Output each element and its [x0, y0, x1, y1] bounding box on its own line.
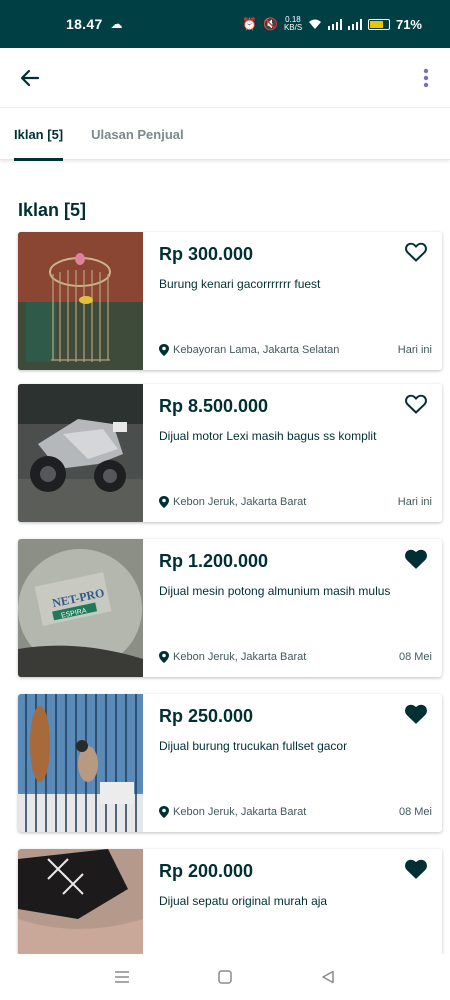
- listing-price: Rp 8.500.000: [159, 396, 269, 416]
- listing-location: Kebon Jeruk, Jakarta Barat: [159, 496, 306, 508]
- listing-card[interactable]: Rp 250.000 Dijual burung trucukan fullse…: [18, 694, 442, 832]
- listing-info: Rp 1.200.000 Dijual mesin potong almuniu…: [143, 539, 442, 677]
- tab-ulasan-penjual[interactable]: Ulasan Penjual: [77, 108, 197, 160]
- listing-list[interactable]: Rp 300.000 Burung kenari gacorrrrrrr fue…: [0, 230, 450, 954]
- listing-photo: [18, 849, 143, 954]
- menu-lines-icon: [114, 971, 129, 983]
- listing-price: Rp 1.200.000: [159, 551, 269, 571]
- heart-outline-icon: [405, 394, 427, 414]
- heart-filled-icon: [405, 859, 427, 879]
- favorite-button[interactable]: [402, 855, 430, 883]
- listing-photo: [18, 232, 143, 370]
- listing-price: Rp 250.000: [159, 706, 254, 726]
- location-pin-icon: [159, 806, 169, 818]
- favorite-button[interactable]: [402, 390, 430, 418]
- listing-date: 08 Mei: [398, 806, 432, 818]
- battery-icon: [367, 18, 390, 30]
- listing-info: Rp 300.000 Burung kenari gacorrrrrrr fue…: [143, 232, 442, 370]
- wifi-icon: [308, 19, 321, 29]
- status-bar: 18.47 ☁ ⏰ 🔇 0.18 KB/S 71%: [0, 0, 450, 48]
- status-time: 18.47: [66, 16, 103, 32]
- alarm-icon: ⏰: [242, 17, 258, 31]
- listing-price: Rp 200.000: [159, 861, 254, 881]
- heart-filled-icon: [405, 704, 427, 724]
- back-button[interactable]: [0, 48, 60, 108]
- listing-title: Dijual mesin potong almunium masih mulus: [159, 584, 391, 598]
- app-bar: [0, 48, 450, 108]
- listing-date: Hari ini: [397, 496, 432, 508]
- signal-icon: [327, 18, 342, 30]
- listing-info: Rp 200.000 Dijual sepatu original murah …: [143, 849, 442, 954]
- favorite-button[interactable]: [402, 700, 430, 728]
- favorite-button[interactable]: [402, 545, 430, 573]
- listing-title: Dijual motor Lexi masih bagus ss komplit: [159, 429, 377, 443]
- listing-location-text: Kebayoran Lama, Jakarta Selatan: [173, 344, 340, 356]
- home-button[interactable]: [205, 957, 245, 997]
- square-home-icon: [218, 970, 232, 984]
- listing-location-text: Kebon Jeruk, Jakarta Barat: [173, 496, 307, 508]
- system-nav-bar: [0, 954, 450, 1000]
- tab-iklan[interactable]: Iklan [5]: [0, 108, 77, 161]
- location-pin-icon: [159, 496, 169, 508]
- more-options-button[interactable]: [402, 48, 450, 108]
- listing-price: Rp 300.000: [159, 244, 254, 264]
- more-vert-icon: [423, 68, 429, 87]
- listing-info: Rp 8.500.000 Dijual motor Lexi masih bag…: [143, 384, 442, 522]
- nav-back-button[interactable]: [308, 957, 348, 997]
- heart-filled-icon: [405, 549, 427, 569]
- listing-photo: [18, 694, 143, 832]
- location-pin-icon: [159, 344, 169, 356]
- mute-icon: 🔇: [263, 17, 278, 31]
- listing-location: Kebon Jeruk, Jakarta Barat: [159, 806, 306, 818]
- favorite-button[interactable]: [402, 238, 430, 266]
- listing-location-text: Kebon Jeruk, Jakarta Barat: [173, 651, 307, 663]
- listing-card[interactable]: NET-PRO ESPIRA Rp 1.200.000 Dijual mesin…: [18, 539, 442, 677]
- listing-title: Burung kenari gacorrrrrrr fuest: [159, 277, 321, 291]
- listing-photo: NET-PRO ESPIRA: [18, 539, 143, 677]
- triangle-back-icon: [322, 970, 335, 984]
- signal-icon-2: [347, 18, 362, 30]
- listing-card[interactable]: Rp 8.500.000 Dijual motor Lexi masih bag…: [18, 384, 442, 522]
- listing-title: Dijual burung trucukan fullset gacor: [159, 739, 348, 753]
- listing-location: Kebon Jeruk, Jakarta Barat: [159, 651, 306, 663]
- status-icons: ⏰ 🔇 0.18 KB/S 71%: [242, 16, 422, 32]
- listing-card[interactable]: Rp 300.000 Burung kenari gacorrrrrrr fue…: [18, 232, 442, 370]
- listing-date: 08 Mei: [398, 651, 432, 663]
- arrow-left-icon: [20, 69, 40, 86]
- listing-location-text: Kebon Jeruk, Jakarta Barat: [173, 806, 307, 818]
- listing-photo: [18, 384, 143, 522]
- section-title: Iklan [5]: [18, 200, 87, 220]
- tab-bar: Iklan [5] Ulasan Penjual: [0, 108, 450, 161]
- location-pin-icon: [159, 651, 169, 663]
- listing-info: Rp 250.000 Dijual burung trucukan fullse…: [143, 694, 442, 832]
- listing-card[interactable]: Rp 200.000 Dijual sepatu original murah …: [18, 849, 442, 954]
- battery-percent: 71%: [395, 16, 422, 32]
- cloud-icon: ☁: [110, 17, 123, 31]
- listing-date: Hari ini: [397, 344, 432, 356]
- listing-title: Dijual sepatu original murah aja: [159, 894, 328, 908]
- listing-location: Kebayoran Lama, Jakarta Selatan: [159, 344, 339, 356]
- recents-button[interactable]: [102, 957, 142, 997]
- network-speed: 0.18 KB/S: [283, 15, 303, 32]
- heart-outline-icon: [405, 242, 427, 262]
